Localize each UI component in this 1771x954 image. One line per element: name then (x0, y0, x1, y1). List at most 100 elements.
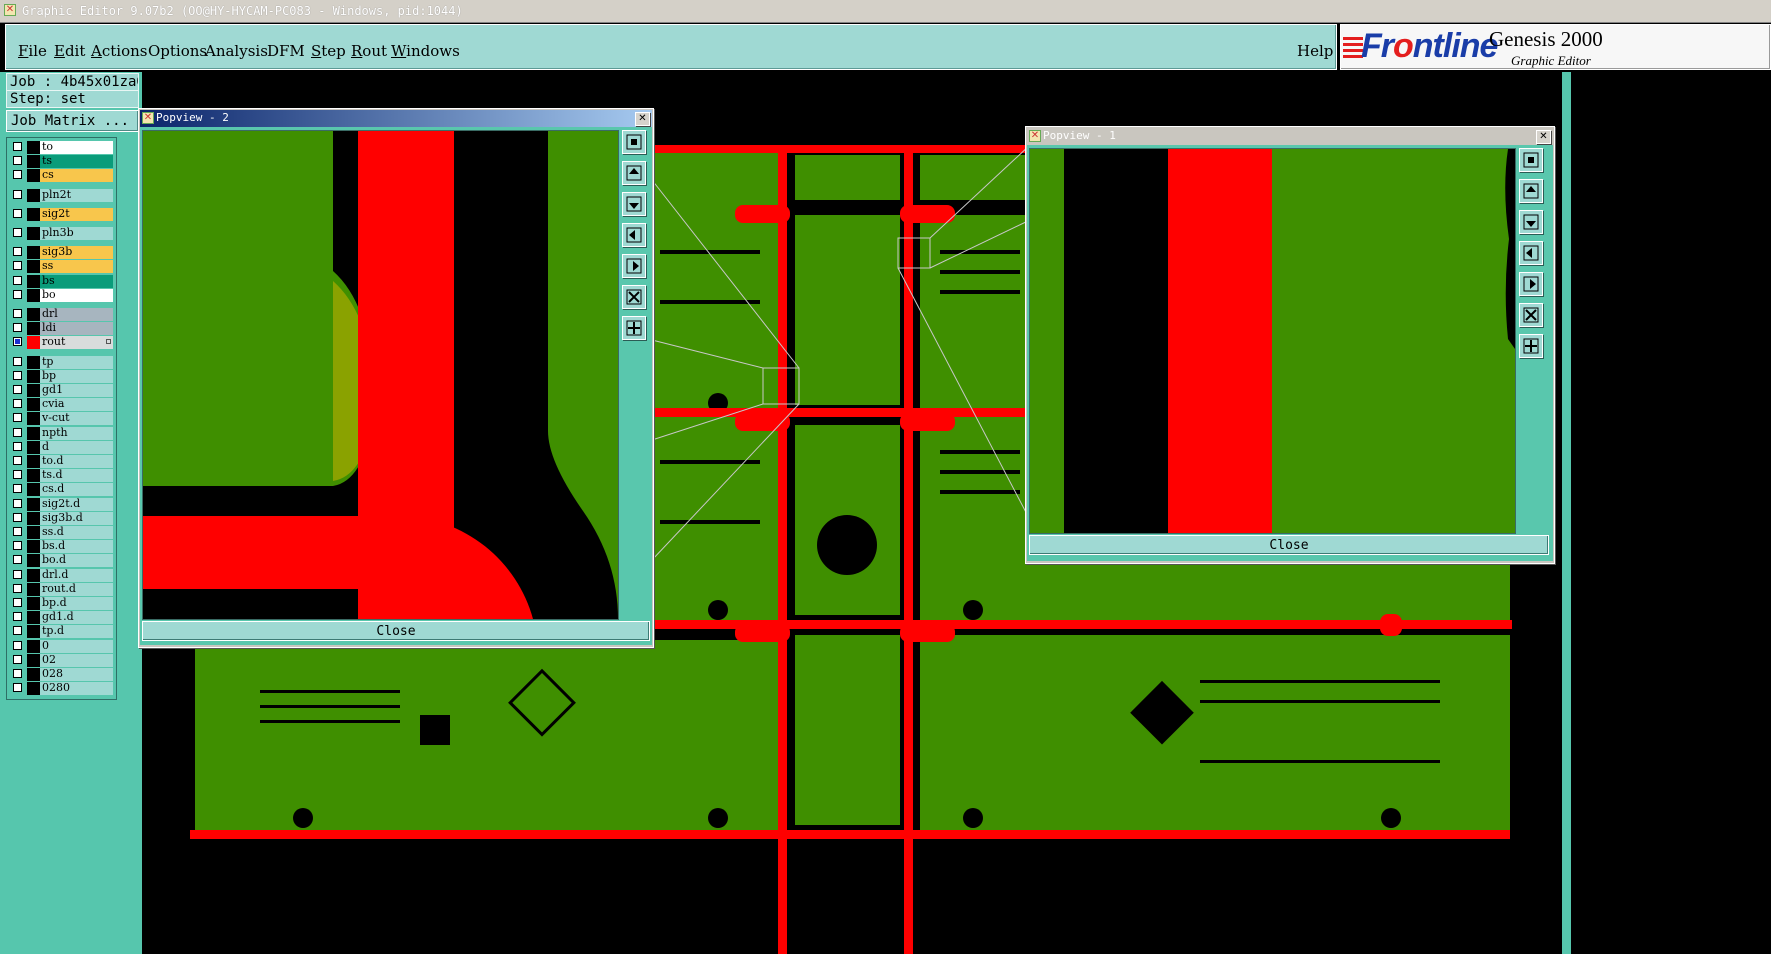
popview-2-titlebar[interactable]: ✕ Popview - 2 ✕ (140, 110, 652, 127)
layer-name[interactable]: npth (40, 426, 113, 440)
layer-color-swatch[interactable] (27, 336, 40, 350)
layer-color-swatch[interactable] (27, 141, 40, 154)
layer-color-swatch[interactable] (27, 355, 40, 369)
popview-2-zoom-fit-icon[interactable] (622, 130, 646, 154)
popview-1-zoom-fit-icon[interactable] (1519, 148, 1543, 172)
layer-name[interactable]: to.d (40, 455, 113, 468)
layer-color-swatch[interactable] (27, 188, 40, 202)
menu-dfm[interactable]: DFM (267, 42, 305, 60)
layer-checkbox[interactable] (13, 427, 22, 437)
layer-checkbox[interactable] (13, 456, 22, 465)
layer-checkbox[interactable] (13, 228, 22, 237)
layer-color-swatch[interactable] (27, 540, 40, 554)
layer-name[interactable]: v-cut (40, 412, 113, 426)
layer-color-swatch[interactable] (27, 169, 40, 183)
layer-name[interactable]: bo (40, 288, 113, 302)
layer-row[interactable]: gd1.d (9, 611, 114, 625)
layer-row[interactable]: sig3b (9, 246, 114, 260)
layer-row[interactable]: gd1 (9, 384, 114, 397)
layer-name[interactable]: sig2t (40, 207, 113, 221)
menu-file[interactable]: File (18, 42, 47, 60)
layer-row[interactable]: ss.d (9, 526, 114, 539)
layer-row[interactable]: tp (9, 355, 114, 369)
layer-color-swatch[interactable] (27, 155, 40, 169)
layer-row[interactable]: bo.d (9, 554, 114, 568)
layer-checkbox[interactable] (13, 370, 22, 380)
layer-name[interactable]: cs (40, 169, 113, 183)
layer-name[interactable]: ldi (40, 322, 113, 336)
layer-color-swatch[interactable] (27, 497, 40, 511)
layer-color-swatch[interactable] (27, 469, 40, 483)
menu-analysis[interactable]: Analysis (205, 42, 268, 60)
layer-row[interactable]: rout (9, 336, 114, 350)
layer-row[interactable]: drl.d (9, 568, 114, 582)
layer-color-swatch[interactable] (27, 246, 40, 260)
layer-color-swatch[interactable] (27, 308, 40, 321)
layer-name[interactable]: ss.d (40, 526, 113, 539)
layer-color-swatch[interactable] (27, 207, 40, 221)
popview-2-close-button[interactable]: Close (142, 621, 650, 641)
layer-row[interactable]: pln3b (9, 227, 114, 240)
layer-checkbox[interactable] (13, 289, 22, 299)
layer-color-swatch[interactable] (27, 653, 40, 667)
layer-checkbox[interactable] (13, 413, 22, 423)
layer-checkbox[interactable] (13, 309, 22, 318)
layer-name[interactable]: cvia (40, 398, 113, 412)
layer-color-swatch[interactable] (27, 554, 40, 568)
layer-row[interactable]: bp.d (9, 597, 114, 610)
layer-color-swatch[interactable] (27, 384, 40, 397)
layer-checkbox[interactable] (13, 275, 22, 285)
layer-color-swatch[interactable] (27, 582, 40, 596)
layer-color-swatch[interactable] (27, 625, 40, 639)
layer-name[interactable]: gd1.d (40, 611, 113, 625)
popview-1-close-button[interactable]: Close (1029, 535, 1549, 555)
layer-row[interactable]: cs.d (9, 483, 114, 497)
menu-actions[interactable]: Actions (91, 42, 147, 60)
layer-name[interactable]: 0280 (40, 682, 113, 696)
layer-checkbox[interactable] (13, 441, 22, 451)
layer-row[interactable]: v-cut (9, 412, 114, 426)
layer-checkbox[interactable] (13, 208, 22, 218)
popview-2-pan-up-icon[interactable] (622, 161, 646, 185)
layer-name[interactable]: sig2t.d (40, 497, 113, 511)
layer-row[interactable]: bo (9, 288, 114, 302)
layer-color-swatch[interactable] (27, 412, 40, 426)
layer-checkbox[interactable] (13, 356, 22, 366)
layer-name[interactable]: cs.d (40, 483, 113, 497)
layer-checkbox[interactable] (13, 189, 22, 199)
popview-1-pan-up-icon[interactable] (1519, 179, 1543, 203)
layer-name[interactable]: bp.d (40, 597, 113, 610)
layer-checkbox[interactable] (13, 247, 22, 257)
popview-1-view[interactable] (1029, 148, 1516, 534)
layer-name[interactable]: 0 (40, 639, 113, 653)
layer-checkbox[interactable] (13, 640, 22, 650)
layer-row[interactable]: sig3b.d (9, 511, 114, 525)
layer-checkbox[interactable] (13, 626, 22, 636)
layer-row[interactable]: 02 (9, 653, 114, 667)
layer-row[interactable]: cs (9, 169, 114, 183)
layer-color-swatch[interactable] (27, 369, 40, 383)
layer-checkbox[interactable] (13, 527, 22, 536)
layer-row[interactable]: sig2t.d (9, 497, 114, 511)
layer-checkbox[interactable] (13, 669, 22, 678)
layer-color-swatch[interactable] (27, 483, 40, 497)
layer-row[interactable]: tp.d (9, 625, 114, 639)
layer-checkbox[interactable] (13, 654, 22, 664)
layer-color-swatch[interactable] (27, 440, 40, 454)
layer-color-swatch[interactable] (27, 611, 40, 625)
popview-1-titlebar[interactable]: ✕ Popview - 1 ✕ (1027, 128, 1553, 145)
layer-name[interactable]: drl (40, 308, 113, 321)
layer-checkbox[interactable] (13, 498, 22, 508)
layer-row[interactable]: drl (9, 308, 114, 321)
layer-row[interactable]: 028 (9, 668, 114, 681)
layer-checkbox[interactable] (13, 683, 22, 693)
layer-name[interactable]: rout (40, 336, 113, 350)
layer-color-swatch[interactable] (27, 260, 40, 274)
layer-checkbox[interactable] (13, 261, 22, 271)
layer-checkbox[interactable] (13, 399, 22, 409)
layer-row[interactable]: bs (9, 274, 114, 288)
job-matrix-button[interactable]: Job Matrix ... (6, 110, 139, 132)
popview-2-pan-right-icon[interactable] (622, 254, 646, 278)
layer-row[interactable]: bs.d (9, 540, 114, 554)
layer-name[interactable]: pln3b (40, 227, 113, 240)
